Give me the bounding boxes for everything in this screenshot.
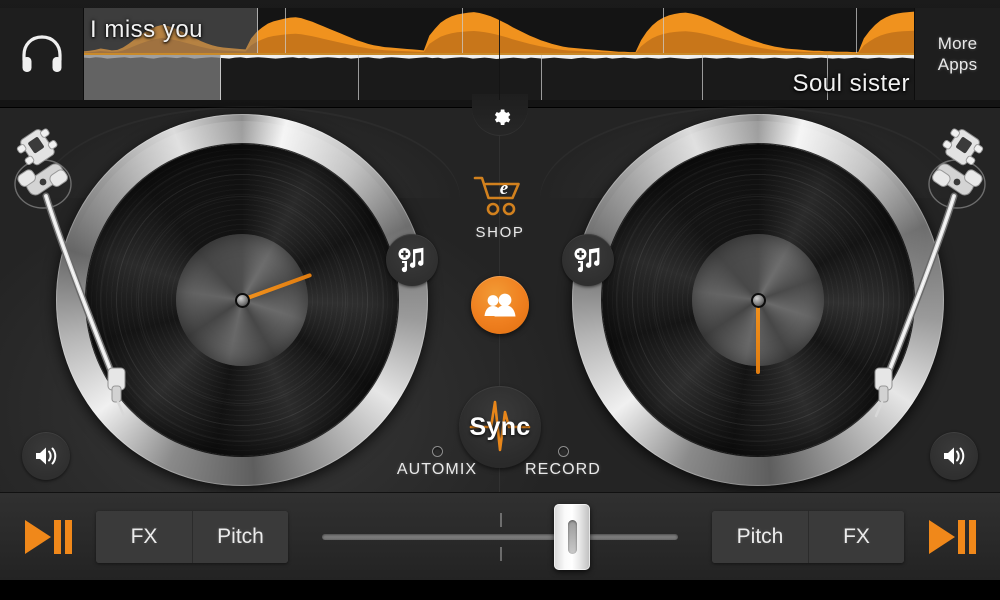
deck-b-played-region <box>84 54 221 100</box>
deck-area: e SHOP Sync AUTOMIX RECORD <box>0 94 1000 492</box>
add-music-button-right[interactable] <box>562 234 614 286</box>
beat-marker <box>284 8 286 54</box>
crossfader-grip <box>567 519 577 554</box>
volume-button-left[interactable] <box>22 432 70 480</box>
play-pause-button-right[interactable] <box>904 517 1000 557</box>
left-deck-mode-group: FX Pitch <box>96 510 288 563</box>
social-button[interactable] <box>471 276 529 334</box>
beat-marker <box>702 54 704 100</box>
more-apps-line1: More <box>937 34 978 53</box>
shop-label: SHOP <box>475 224 525 241</box>
record-toggle[interactable]: RECORD <box>499 446 627 479</box>
playhead-marker <box>499 8 500 100</box>
crossfader[interactable] <box>288 493 712 581</box>
spindle-left <box>234 292 250 308</box>
position-indicator-right <box>756 300 760 374</box>
crossfader-track[interactable] <box>322 533 678 540</box>
bottom-bar: FX Pitch Pitch FX <box>0 492 1000 580</box>
beat-marker <box>357 54 359 100</box>
tonearm-right-graphic <box>874 128 986 418</box>
tonearm-left[interactable] <box>0 116 128 426</box>
record-label: RECORD <box>525 461 601 478</box>
pitch-button-left[interactable]: Pitch <box>192 510 288 563</box>
tonearm-right[interactable] <box>872 116 1000 426</box>
spindle-right <box>750 292 766 308</box>
automix-indicator <box>431 446 443 457</box>
automix-label: AUTOMIX <box>396 461 478 478</box>
play-pause-button-left[interactable] <box>0 517 96 557</box>
add-music-icon <box>574 247 600 273</box>
deck-b-track-title: Soul sister <box>792 70 910 97</box>
right-deck-mode-group: Pitch FX <box>712 510 904 563</box>
more-apps-line2: Apps <box>937 55 978 74</box>
add-music-button-left[interactable] <box>386 234 438 286</box>
pitch-button-right[interactable]: Pitch <box>712 510 808 563</box>
svg-text:e: e <box>500 178 509 199</box>
crossfader-center-tick <box>500 546 502 561</box>
shopping-cart-icon: e <box>473 176 520 216</box>
headphones-button[interactable] <box>0 8 84 100</box>
more-apps-button[interactable]: More Apps <box>914 8 1000 100</box>
beat-marker <box>663 8 665 54</box>
center-control-column: e SHOP Sync AUTOMIX RECORD <box>397 94 600 492</box>
record-indicator <box>557 446 569 457</box>
play-pause-icon <box>25 519 72 554</box>
volume-button-right[interactable] <box>930 432 978 480</box>
beat-marker <box>540 54 542 100</box>
play-pause-icon <box>929 519 976 554</box>
screen-bottom-letterbox <box>0 580 1000 600</box>
fx-button-left[interactable]: FX <box>96 510 192 563</box>
shop-button[interactable]: e SHOP <box>455 174 545 250</box>
speaker-icon <box>944 447 965 465</box>
crossfader-handle[interactable] <box>554 503 591 570</box>
gear-icon <box>494 109 510 125</box>
top-bar: I miss you Soul sister More Apps <box>0 0 1000 108</box>
beat-marker <box>855 8 857 54</box>
automix-toggle[interactable]: AUTOMIX <box>373 446 501 479</box>
people-icon <box>484 293 516 316</box>
crossfader-center-tick <box>500 512 502 527</box>
add-music-icon <box>398 247 424 273</box>
headphones-icon <box>21 35 62 72</box>
tonearm-left-graphic <box>14 128 126 418</box>
settings-button[interactable] <box>472 94 528 136</box>
waveform-panel[interactable]: I miss you Soul sister <box>84 8 914 100</box>
speaker-icon <box>36 447 57 465</box>
dj-app-root: I miss you Soul sister More Apps e SHOP … <box>0 0 1000 600</box>
vinyl-record-left[interactable] <box>86 144 398 456</box>
vinyl-record-right[interactable] <box>602 144 914 456</box>
beat-marker <box>461 8 463 54</box>
fx-button-right[interactable]: FX <box>808 510 904 563</box>
deck-a-track-title: I miss you <box>90 16 204 43</box>
